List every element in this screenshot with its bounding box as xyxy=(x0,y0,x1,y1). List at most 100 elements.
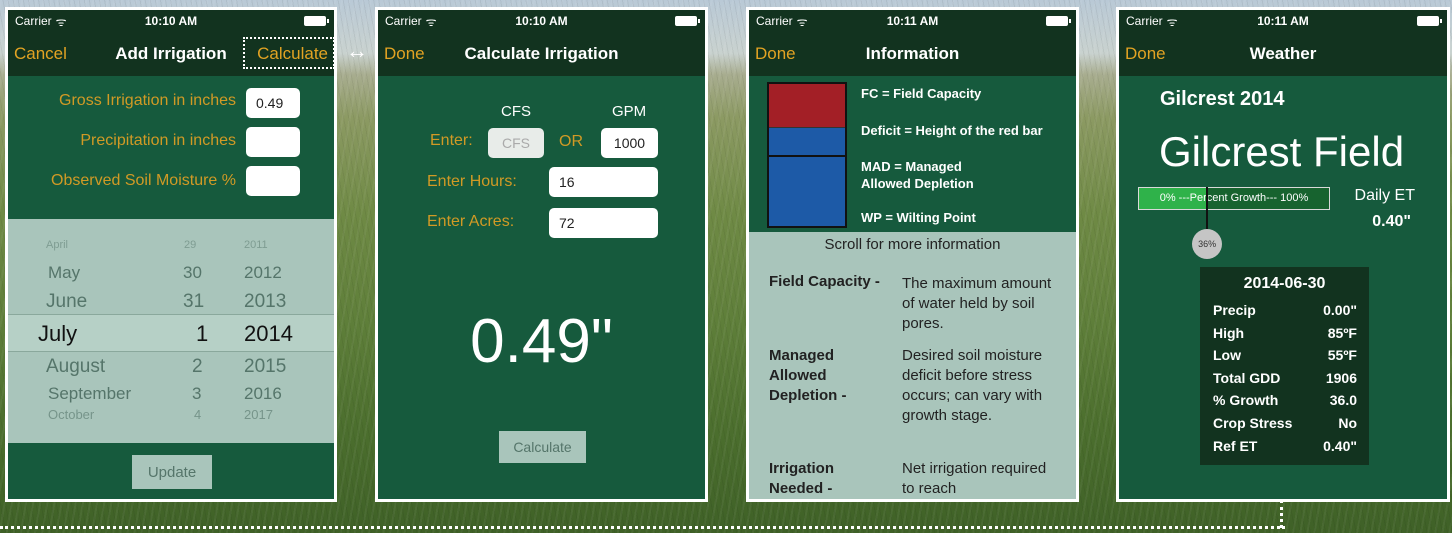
status-bar: Carrier ᯤ 10:11 AM xyxy=(1119,10,1447,32)
legend-panel: FC = Field Capacity Deficit = Height of … xyxy=(749,76,1076,232)
nav-title: Calculate Irrigation xyxy=(464,44,619,63)
nav-bar: Done Information xyxy=(749,32,1076,76)
battery-icon xyxy=(1417,16,1442,26)
scroll-hint: Scroll for more information xyxy=(824,236,1001,253)
cfs-input[interactable]: CFS xyxy=(488,128,544,158)
legend-mad: MAD = Managed Allowed Depletion xyxy=(861,159,974,191)
acres-label: Enter Acres: xyxy=(427,213,515,230)
gpm-header: GPM xyxy=(612,103,647,120)
picker-row[interactable]: April 29 2011 xyxy=(8,239,334,253)
weather-row-key: Crop Stress xyxy=(1213,414,1293,431)
growth-bar-text: 0% ---Percent Growth--- 100% xyxy=(1159,192,1309,204)
battery-icon xyxy=(1046,16,1071,26)
term-mad: Managed Allowed Depletion - xyxy=(769,347,847,404)
weather-row-value: 85ºF xyxy=(1327,324,1357,341)
growth-needle xyxy=(1206,187,1209,231)
bottom-dotted-line xyxy=(0,526,1285,529)
location-label: Gilcrest 2014 xyxy=(1160,88,1285,110)
irrigation-form: Gross Irrigation in inches 0.49 Precipit… xyxy=(8,76,334,219)
done-button[interactable]: Done xyxy=(755,44,796,64)
weather-row: Ref ET 0.40" xyxy=(1213,435,1357,458)
status-bar: Carrier ᯤ 10:10 AM xyxy=(378,10,705,32)
weather-row-value: 0.40" xyxy=(1323,437,1357,454)
growth-bar: 0% ---Percent Growth--- 100% xyxy=(1138,187,1330,210)
or-label: OR xyxy=(559,133,583,150)
weather-row-value: No xyxy=(1338,414,1357,431)
weather-row-key: Total GDD xyxy=(1213,369,1281,386)
status-time: 10:10 AM xyxy=(144,14,198,28)
field-name: Gilcrest Field xyxy=(1159,128,1405,175)
daily-et-value: 0.40" xyxy=(1372,213,1411,230)
gross-irrigation-input[interactable]: 0.49 xyxy=(246,88,300,118)
status-time: 10:11 AM xyxy=(1257,14,1309,28)
status-bar: Carrier ᯤ 10:10 AM xyxy=(8,10,334,32)
weather-row: Low 55ºF xyxy=(1213,344,1357,367)
daily-et-label: Daily ET xyxy=(1354,187,1415,204)
weather-row: Precip 0.00" xyxy=(1213,299,1357,322)
nav-title: Weather xyxy=(1249,44,1317,63)
deficit-red-bar xyxy=(769,84,845,128)
def-field-capacity: The maximum amount of water held by soil… xyxy=(902,275,1052,332)
update-bar: Update xyxy=(8,443,334,499)
status-time: 10:10 AM xyxy=(515,14,568,28)
term-field-capacity: Field Capacity - xyxy=(769,273,880,290)
date-picker[interactable]: April 29 2011 May 30 2012 June 31 2013 July 1 20… xyxy=(8,219,334,443)
nav-title: Information xyxy=(865,44,960,63)
nav-bar: Done Weather xyxy=(1119,32,1447,76)
def-mad: Desired soil moisture deficit before str… xyxy=(902,347,1043,424)
acres-input[interactable]: 72 xyxy=(549,208,658,238)
nav-bar: Done Calculate Irrigation xyxy=(378,32,705,76)
weather-row-key: Low xyxy=(1213,347,1241,364)
hours-input[interactable]: 16 xyxy=(549,167,658,197)
cancel-button[interactable]: Cancel xyxy=(14,44,67,64)
weather-date: 2014-06-30 xyxy=(1243,275,1326,292)
weather-row: High 85ºF xyxy=(1213,322,1357,345)
weather-row: Total GDD 1906 xyxy=(1213,367,1357,390)
weather-row-key: Ref ET xyxy=(1213,437,1258,454)
calc-panel: CFS GPM Enter: CFS OR 1000 Enter Hours: … xyxy=(378,76,705,499)
status-time: 10:11 AM xyxy=(886,14,939,28)
phone-information: Carrier ᯤ 10:11 AM Done Information FC =… xyxy=(746,7,1079,502)
growth-badge: 36% xyxy=(1192,229,1223,259)
weather-row: Crop Stress No xyxy=(1213,412,1357,435)
legend-wp: WP = Wilting Point xyxy=(861,210,976,225)
term-irrigation-needed: Irrigation Needed - xyxy=(769,460,835,497)
gross-irrigation-label: Gross Irrigation in inches xyxy=(59,92,236,109)
def-irrigation-needed: Net irrigation required to reach xyxy=(902,460,1047,497)
done-button[interactable]: Done xyxy=(1125,44,1166,64)
phone-weather: Carrier ᯤ 10:11 AM Done Weather Gilcrest… xyxy=(1116,7,1450,502)
done-button[interactable]: Done xyxy=(384,44,425,64)
status-bar: Carrier ᯤ 10:11 AM xyxy=(749,10,1076,32)
update-button[interactable]: Update xyxy=(132,455,212,489)
weather-table: 2014-06-30 Precip 0.00" High 85ºF Low 55ºF Tot… xyxy=(1200,267,1369,465)
soil-moisture-label: Observed Soil Moisture % xyxy=(51,172,236,189)
legend-deficit: Deficit = Height of the red bar xyxy=(861,123,1043,138)
gpm-input[interactable]: 1000 xyxy=(601,128,658,158)
weather-row-value: 55ºF xyxy=(1327,347,1357,364)
legend-fc: FC = Field Capacity xyxy=(861,86,982,101)
weather-row-value: 36.0 xyxy=(1329,392,1357,409)
soil-moisture-bar xyxy=(767,82,847,228)
weather-row-key: Precip xyxy=(1213,302,1256,318)
hours-label: Enter Hours: xyxy=(427,173,517,190)
calculate-highlight xyxy=(243,37,335,69)
battery-icon xyxy=(304,16,329,26)
phone-calculate-irrigation: Carrier ᯤ 10:10 AM Done Calculate Irriga… xyxy=(375,7,708,502)
phone-add-irrigation: Carrier ᯤ 10:10 AM Cancel Add Irrigation… xyxy=(5,7,337,502)
mad-line xyxy=(769,155,845,157)
cfs-header: CFS xyxy=(501,103,531,120)
soil-moisture-input[interactable] xyxy=(246,166,300,196)
double-arrow-icon: ↔ xyxy=(346,38,368,63)
result-value: 0.49" xyxy=(470,307,613,376)
weather-row-key: High xyxy=(1213,324,1245,341)
weather-rows: Precip 0.00" High 85ºF Low 55ºF Total GDD 1906%… xyxy=(1200,293,1369,457)
weather-panel: Gilcrest 2014 Gilcrest Field 0% ---Perce… xyxy=(1119,76,1447,499)
calculate-button[interactable]: Calculate xyxy=(499,431,586,463)
precipitation-input[interactable] xyxy=(246,127,300,157)
weather-row-key: % Growth xyxy=(1213,392,1279,409)
battery-icon xyxy=(675,16,700,26)
enter-label: Enter: xyxy=(430,132,473,149)
weather-row-value: 1906 xyxy=(1325,369,1357,386)
weather-row: % Growth 36.0 xyxy=(1213,389,1357,412)
right-dotted-line xyxy=(1280,500,1283,528)
